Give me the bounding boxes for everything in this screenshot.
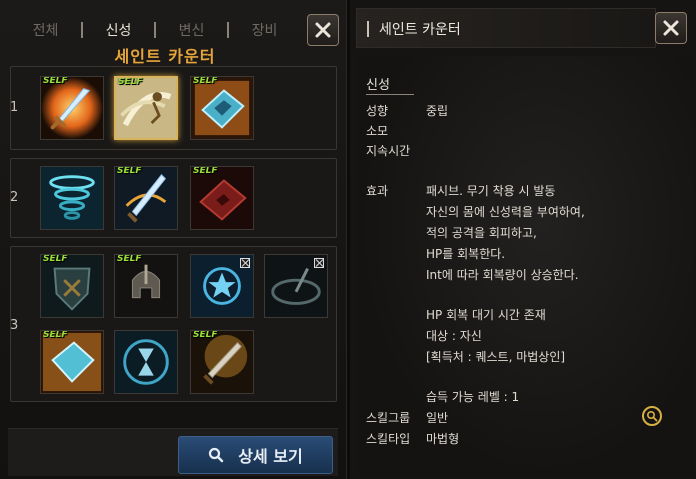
glowing-book-icon	[191, 77, 253, 139]
self-badge: SELF	[118, 77, 143, 87]
skill-group-search-button[interactable]	[642, 406, 662, 426]
glowing-tablet-icon	[41, 331, 103, 393]
effect-line: 패시브. 무기 착용 시 발동	[426, 184, 556, 198]
skill-slot-tornado[interactable]	[40, 166, 104, 230]
skill-info-body: 신성 성향 중립 소모 지속시간 효과 패시브. 무기 착용 시 발동 자신의 …	[358, 56, 694, 476]
self-badge: SELF	[193, 76, 218, 86]
skill-slot-spinning-sword[interactable]: SELF	[114, 166, 178, 230]
tab-all[interactable]: 전체	[10, 20, 81, 40]
cost-label: 소모	[366, 124, 389, 138]
detail-header: 세인트 카운터	[356, 8, 656, 48]
row-number: 2	[10, 190, 19, 205]
close-detail-button[interactable]	[655, 12, 687, 44]
tab-equipment[interactable]: 장비	[229, 20, 300, 40]
skill-slot-hourglass[interactable]	[114, 330, 178, 394]
skill-slot-sundial[interactable]	[264, 254, 328, 318]
locked-icon	[314, 258, 324, 268]
row-number: 3	[10, 318, 19, 333]
effect-line: 적의 공격을 회피하고,	[426, 226, 537, 240]
self-badge: SELF	[117, 254, 142, 264]
skill-name: 신성	[366, 78, 390, 93]
header-accent-bar	[367, 21, 369, 37]
title-underline	[366, 94, 414, 95]
search-icon	[646, 410, 658, 422]
row-number: 1	[10, 100, 19, 115]
skill-type-value: 마법형	[426, 432, 460, 446]
skill-slot-flaming-sword[interactable]: SELF	[40, 76, 104, 140]
effect-line: Int에 따라 회복량이 상승한다.	[426, 268, 579, 282]
skill-slot-glowing-tablet[interactable]: SELF	[40, 330, 104, 394]
class-title: 세인트 카운터	[114, 47, 216, 66]
skill-type-label: 스킬타입	[366, 432, 411, 446]
learn-level: 습득 가능 레벨 : 1	[426, 390, 520, 404]
skill-list-panel: 전체 신성 변신 장비 세인트 카운터 1 SELF SELF SELF 2 S…	[0, 0, 347, 479]
radiant-sword-icon	[191, 331, 253, 393]
self-badge: SELF	[193, 330, 218, 340]
extra-info-line: [획득처 : 퀘스트, 마법상인]	[426, 350, 566, 364]
skill-group-value: 일반	[426, 411, 449, 425]
search-icon	[209, 447, 224, 463]
close-button[interactable]	[307, 14, 339, 46]
skill-slot-red-tome[interactable]: SELF	[190, 166, 254, 230]
holy-figure-icon	[116, 78, 176, 138]
skill-slot-holy-book[interactable]: SELF	[190, 76, 254, 140]
spinning-sword-icon	[115, 167, 177, 229]
shield-icon	[41, 255, 103, 317]
close-icon	[315, 22, 331, 38]
duration-label: 지속시간	[366, 144, 411, 158]
locked-icon	[240, 258, 250, 268]
effect-label: 효과	[366, 184, 389, 198]
effect-line: HP를 회복한다.	[426, 247, 506, 261]
self-badge: SELF	[43, 254, 68, 264]
category-tabs: 전체 신성 변신 장비	[10, 14, 300, 46]
tab-transform[interactable]: 변신	[156, 20, 227, 40]
skill-slot-helmet[interactable]: SELF	[114, 254, 178, 318]
skill-slot-saint-counter[interactable]: SELF	[114, 76, 178, 140]
detail-title: 세인트 카운터	[379, 22, 461, 38]
self-badge: SELF	[193, 166, 218, 176]
self-badge: SELF	[43, 330, 68, 340]
helmet-icon	[115, 255, 177, 317]
skill-detail-panel: 세인트 카운터 신성 성향 중립 소모 지속시간 효과 패시브. 무기 착용 시…	[350, 0, 696, 479]
extra-info-line: HP 회복 대기 시간 존재	[426, 308, 546, 322]
close-icon	[663, 20, 679, 36]
self-badge: SELF	[43, 76, 68, 86]
detail-view-button[interactable]: 상세 보기	[178, 436, 333, 474]
skill-slot-sun-star[interactable]	[190, 254, 254, 318]
whirlwind-icon	[41, 167, 103, 229]
red-book-icon	[191, 167, 253, 229]
skill-slot-radiant-sword[interactable]: SELF	[190, 330, 254, 394]
self-badge: SELF	[117, 166, 142, 176]
flaming-sword-icon	[41, 77, 103, 139]
skill-slot-shield[interactable]: SELF	[40, 254, 104, 318]
hourglass-icon	[115, 331, 177, 393]
alignment-label: 성향	[366, 104, 389, 118]
detail-view-label: 상세 보기	[238, 447, 303, 466]
alignment-value: 중립	[426, 104, 449, 118]
effect-line: 자신의 몸에 신성력을 부여하여,	[426, 205, 585, 219]
extra-info-line: 대상 : 자신	[426, 329, 482, 343]
skill-group-label: 스킬그룹	[366, 411, 411, 425]
tab-divinity[interactable]: 신성	[83, 20, 154, 40]
